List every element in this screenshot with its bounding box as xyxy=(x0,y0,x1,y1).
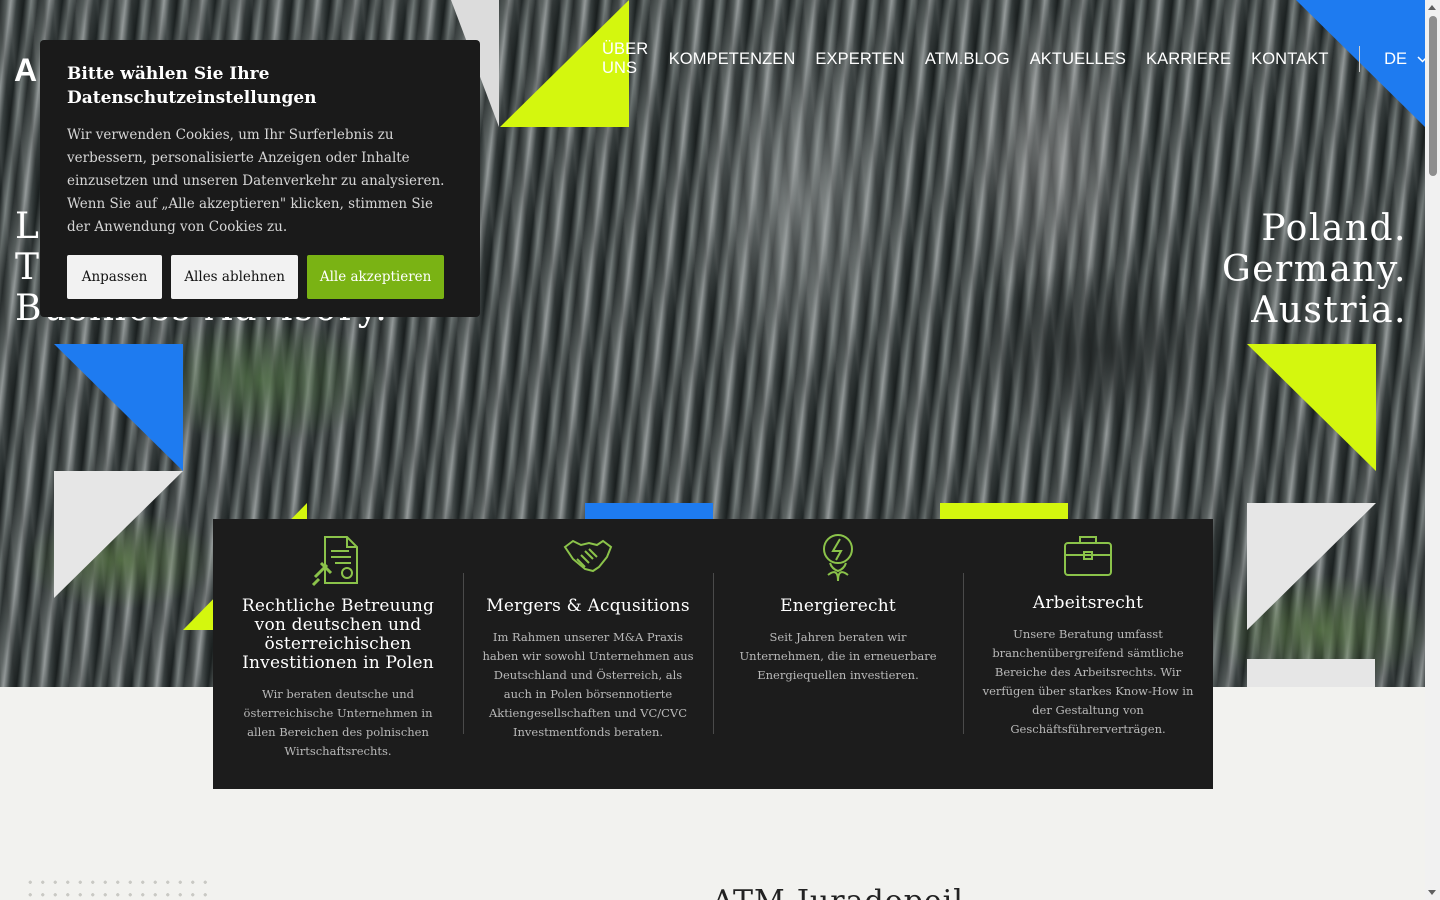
customize-button[interactable]: Anpassen xyxy=(67,255,163,299)
decor-dot-grid xyxy=(24,876,214,900)
main-nav: ÜBER UNS KOMPETENZEN EXPERTEN ATM.BLOG A… xyxy=(602,40,1425,77)
language-selector[interactable]: DE xyxy=(1384,50,1425,69)
competence-card[interactable]: Rechtliche Betreuung von deutschen und ö… xyxy=(213,519,463,789)
nav-divider xyxy=(1358,46,1360,72)
cookie-button-group: Anpassen Alles ablehnen Alle akzeptieren xyxy=(67,255,453,299)
cookie-text: Wir verwenden Cookies, um Ihr Surferlebn… xyxy=(67,127,445,235)
handshake-icon xyxy=(479,533,697,587)
competence-title: Mergers & Acqusitions xyxy=(486,596,690,616)
competence-card[interactable]: Energierecht Seit Jahren beraten wir Unt… xyxy=(713,519,963,789)
section-heading: ATM-Juradopeil xyxy=(712,884,964,900)
chevron-down-icon xyxy=(1417,55,1425,63)
reject-all-button[interactable]: Alles ablehnen xyxy=(171,255,299,299)
competences-panel: Rechtliche Betreuung von deutschen und ö… xyxy=(213,519,1213,789)
decor-bar xyxy=(1247,659,1375,687)
logo[interactable]: A xyxy=(14,52,37,89)
tagline-line: Germany. xyxy=(1221,249,1407,290)
briefcase-icon xyxy=(979,533,1197,584)
decor-triangle xyxy=(1247,344,1376,471)
competence-text: Unsere Beratung umfasst branchenübergrei… xyxy=(982,627,1194,736)
competence-card[interactable]: Mergers & Acqusitions Im Rahmen unserer … xyxy=(463,519,713,789)
accept-all-button[interactable]: Alle akzeptieren xyxy=(307,255,445,299)
competence-title: Arbeitsrecht xyxy=(1032,593,1144,613)
decor-triangle xyxy=(54,344,183,471)
cookie-title: Bitte wählen Sie Ihre Datenschutzeinstel… xyxy=(67,64,317,108)
nav-item-kontakt[interactable]: KONTAKT xyxy=(1251,50,1328,69)
nav-item-blog[interactable]: ATM.BLOG xyxy=(925,50,1010,69)
decor-bar xyxy=(585,503,713,519)
nav-item-karriere[interactable]: KARRIERE xyxy=(1146,50,1231,69)
nav-item-aktuelles[interactable]: AKTUELLES xyxy=(1030,50,1126,69)
nav-item-ueber-uns[interactable]: ÜBER UNS xyxy=(602,40,649,78)
competence-title: Energierecht xyxy=(780,596,896,616)
competence-text: Im Rahmen unserer M&A Praxis haben wir s… xyxy=(482,630,694,739)
cookie-consent-dialog: Bitte wählen Sie Ihre Datenschutzeinstel… xyxy=(40,40,480,317)
competence-text: Wir beraten deutsche und österreichische… xyxy=(243,687,433,758)
competence-card[interactable]: Arbeitsrecht Unsere Beratung umfasst bra… xyxy=(963,519,1213,789)
decor-triangle xyxy=(54,471,183,598)
scrollbar-thumb[interactable] xyxy=(1429,16,1437,176)
page-scrollbar[interactable] xyxy=(1425,0,1440,900)
nav-item-kompetenzen[interactable]: KOMPETENZEN xyxy=(669,50,796,69)
nav-item-experten[interactable]: EXPERTEN xyxy=(815,50,904,69)
tagline-line: Poland. xyxy=(1261,208,1407,249)
scroll-down-arrow-icon[interactable] xyxy=(1428,890,1436,895)
competence-text: Seit Jahren beraten wir Unternehmen, die… xyxy=(739,630,937,682)
decor-bar xyxy=(940,503,1068,519)
energy-bulb-icon xyxy=(729,533,947,587)
language-label: DE xyxy=(1384,49,1408,68)
decor-triangle xyxy=(1247,503,1376,630)
tagline-line: Austria. xyxy=(1251,290,1407,331)
scroll-up-arrow-icon[interactable] xyxy=(1428,5,1436,10)
document-gavel-icon xyxy=(229,533,447,587)
hero-tagline-right: Poland. Germany. Austria. xyxy=(1222,208,1407,331)
competence-title: Rechtliche Betreuung von deutschen und ö… xyxy=(241,596,435,673)
